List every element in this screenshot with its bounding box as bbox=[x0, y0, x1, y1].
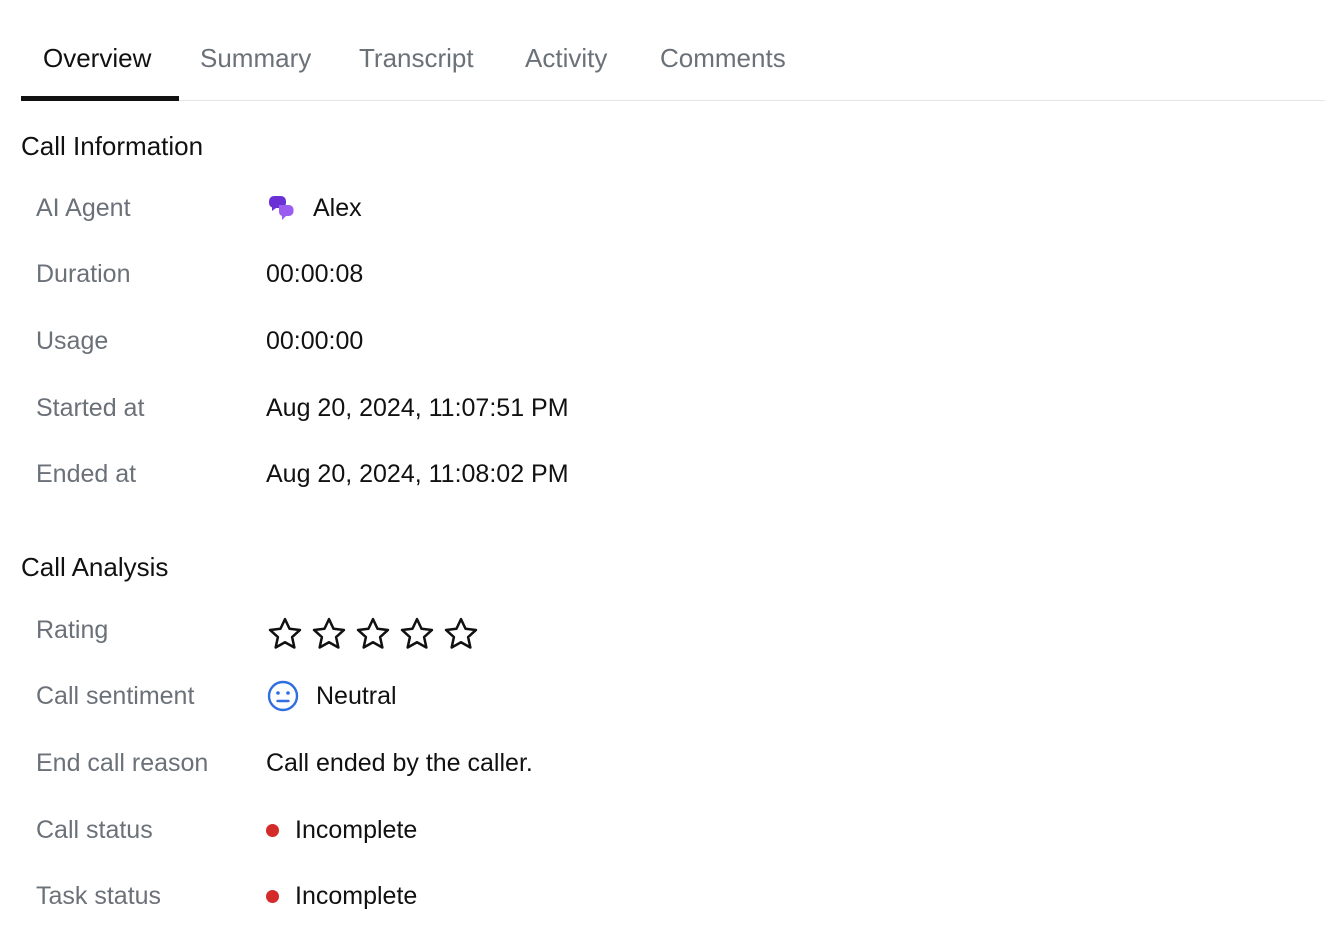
chat-bubbles-icon bbox=[269, 196, 294, 220]
task-status-value: Incomplete bbox=[266, 876, 417, 916]
call-status-label: Call status bbox=[36, 816, 153, 844]
duration-label: Duration bbox=[36, 260, 131, 288]
call-sentiment-value: Neutral bbox=[266, 676, 397, 716]
call-details-page: Overview Summary Transcript Activity Com… bbox=[0, 0, 1325, 944]
started-at-row: Started at Aug 20, 2024, 11:07:51 PM bbox=[0, 388, 1325, 428]
end-call-reason-label: End call reason bbox=[36, 749, 209, 777]
end-call-reason-value: Call ended by the caller. bbox=[266, 748, 533, 777]
ai-agent-label: AI Agent bbox=[36, 194, 131, 222]
ended-at-label: Ended at bbox=[36, 460, 137, 488]
star-icon[interactable] bbox=[266, 615, 304, 653]
call-analysis-heading: Call Analysis bbox=[21, 552, 169, 582]
call-status-value: Incomplete bbox=[266, 810, 417, 850]
call-status-text: Incomplete bbox=[295, 815, 418, 844]
usage-value: 00:00:00 bbox=[266, 326, 364, 355]
rating-label: Rating bbox=[36, 616, 109, 644]
star-icon[interactable] bbox=[442, 615, 480, 653]
tab-activity[interactable]: Activity bbox=[525, 0, 607, 101]
call-information-heading: Call Information bbox=[21, 131, 204, 161]
end-call-reason-row: End call reason Call ended by the caller… bbox=[0, 743, 1325, 783]
task-status-row: Task status Incomplete bbox=[0, 876, 1325, 916]
usage-label: Usage bbox=[36, 327, 109, 355]
started-at-label: Started at bbox=[36, 394, 145, 422]
call-sentiment-label: Call sentiment bbox=[36, 682, 195, 710]
ai-agent-row: AI Agent Alex bbox=[0, 188, 1325, 228]
status-dot-icon bbox=[266, 889, 279, 903]
ended-at-row: Ended at Aug 20, 2024, 11:08:02 PM bbox=[0, 454, 1325, 494]
duration-row: Duration 00:00:08 bbox=[0, 254, 1325, 294]
ai-agent-value: Alex bbox=[266, 188, 362, 228]
tab-summary[interactable]: Summary bbox=[200, 0, 311, 101]
duration-value: 00:00:08 bbox=[266, 259, 364, 288]
usage-row: Usage 00:00:00 bbox=[0, 321, 1325, 361]
tab-overview[interactable]: Overview bbox=[43, 0, 151, 101]
task-status-label: Task status bbox=[36, 882, 162, 910]
ended-at-value: Aug 20, 2024, 11:08:02 PM bbox=[266, 459, 569, 488]
tab-transcript[interactable]: Transcript bbox=[359, 0, 474, 101]
call-sentiment-row: Call sentiment Neutral bbox=[0, 676, 1325, 716]
started-at-value: Aug 20, 2024, 11:07:51 PM bbox=[266, 393, 569, 422]
tab-comments[interactable]: Comments bbox=[660, 0, 786, 101]
call-status-row: Call status Incomplete bbox=[0, 810, 1325, 850]
sentiment-text: Neutral bbox=[316, 681, 397, 710]
task-status-text: Incomplete bbox=[295, 881, 418, 910]
star-icon[interactable] bbox=[398, 615, 436, 653]
status-dot-icon bbox=[266, 823, 279, 837]
ai-agent-name[interactable]: Alex bbox=[313, 194, 362, 223]
tab-bar: Overview Summary Transcript Activity Com… bbox=[21, 0, 1325, 101]
star-icon[interactable] bbox=[310, 615, 348, 653]
active-tab-indicator bbox=[21, 96, 179, 101]
rating-row: Rating bbox=[0, 610, 1325, 650]
star-icon[interactable] bbox=[354, 615, 392, 653]
rating-stars[interactable] bbox=[266, 614, 486, 654]
neutral-face-icon bbox=[267, 680, 299, 712]
